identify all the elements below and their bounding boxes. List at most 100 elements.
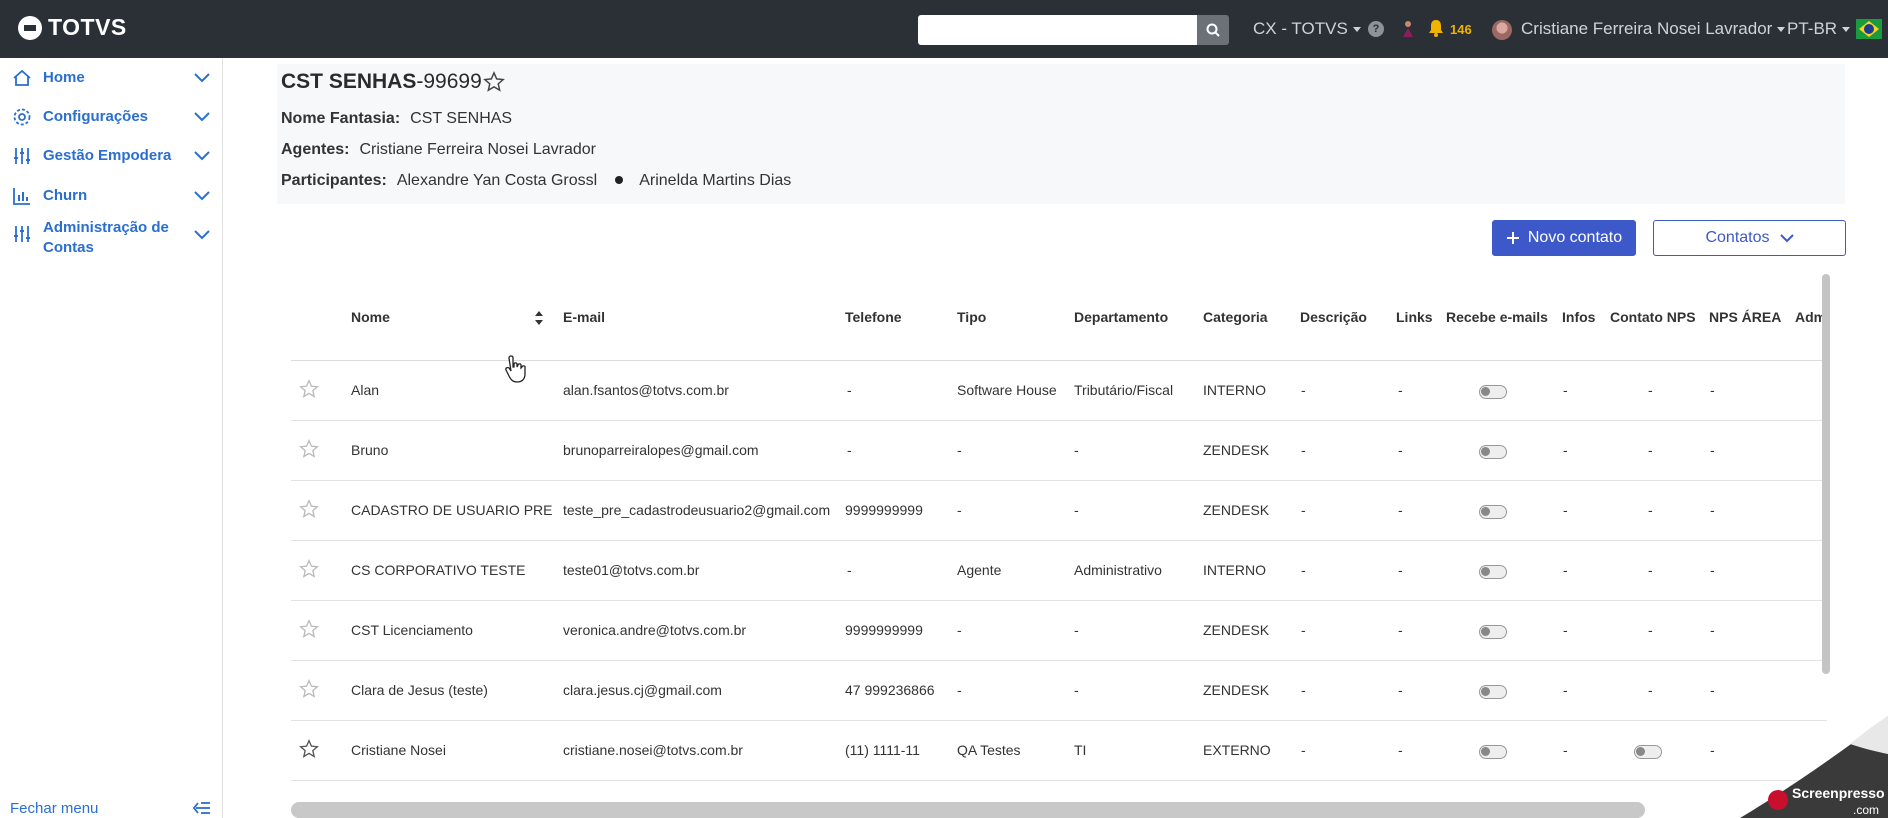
cell-links: -	[1398, 502, 1403, 518]
contacts-dropdown-button[interactable]: Contatos	[1653, 220, 1846, 256]
table-row[interactable]: CADASTRO DE USUARIO PRE teste_pre_cadast…	[291, 481, 1827, 541]
user-name: Cristiane Ferreira Nosei Lavrador	[1521, 19, 1773, 38]
table-row[interactable]: CST Licenciamento veronica.andre@totvs.c…	[291, 601, 1827, 661]
chevron-down-icon	[194, 73, 210, 83]
brazil-flag-icon[interactable]	[1856, 19, 1882, 39]
cell-contato-nps: -	[1648, 622, 1653, 638]
sidebar-item-configuracoes[interactable]: Configurações	[0, 107, 223, 127]
horizontal-scrollbar[interactable]	[291, 802, 1645, 818]
top-navbar: TOTVS CX - TOTVS ? 146 Cristiane Ferreir…	[0, 0, 1888, 58]
cell-nps-area: -	[1710, 442, 1715, 458]
column-header-categoria[interactable]: Categoria	[1203, 309, 1268, 325]
sidebar-item-administracao-contas[interactable]: Administração de Contas	[0, 219, 223, 256]
cell-email: clara.jesus.cj@gmail.com	[563, 682, 722, 698]
caret-down-icon	[1777, 27, 1786, 33]
cell-nps-area: -	[1710, 562, 1715, 578]
totvs-logo-icon	[18, 15, 42, 40]
receive-emails-toggle[interactable]	[1479, 625, 1507, 639]
new-contact-label: Novo contato	[1527, 229, 1623, 246]
cell-links: -	[1398, 742, 1403, 758]
totvs-logo[interactable]: TOTVS	[18, 14, 127, 41]
user-menu[interactable]: Cristiane Ferreira Nosei Lavrador	[1521, 19, 1786, 39]
table-row[interactable]: Bruno brunoparreiralopes@gmail.com - - -…	[291, 421, 1827, 481]
cell-departamento: TI	[1074, 742, 1087, 758]
star-icon[interactable]	[299, 379, 319, 399]
column-header-contato-nps[interactable]: Contato NPS	[1610, 309, 1696, 325]
sidebar-item-home[interactable]: Home	[0, 68, 223, 88]
vertical-scrollbar[interactable]	[1822, 274, 1830, 674]
cell-links: -	[1398, 622, 1403, 638]
cell-departamento: Administrativo	[1074, 562, 1162, 578]
search-input[interactable]	[918, 15, 1198, 45]
receive-emails-toggle[interactable]	[1479, 745, 1507, 759]
cell-infos: -	[1563, 382, 1568, 398]
search-button[interactable]	[1197, 15, 1229, 45]
receive-emails-toggle[interactable]	[1479, 445, 1507, 459]
column-header-tipo[interactable]: Tipo	[957, 309, 986, 325]
receive-emails-toggle[interactable]	[1479, 385, 1507, 399]
chevron-down-icon	[194, 230, 210, 240]
table-row[interactable]: Clara de Jesus (teste) clara.jesus.cj@gm…	[291, 661, 1827, 721]
cell-email: brunoparreiralopes@gmail.com	[563, 442, 759, 458]
column-header-nome[interactable]: Nome	[351, 309, 390, 325]
contacts-label: Contatos	[1705, 229, 1770, 246]
cell-nome: CADASTRO DE USUARIO PRE	[351, 502, 553, 518]
sidebar-item-gestao-empodera[interactable]: Gestão Empodera	[0, 146, 223, 166]
user-avatar[interactable]	[1492, 20, 1512, 40]
separator-dot	[615, 175, 624, 184]
column-header-links[interactable]: Links	[1396, 309, 1433, 325]
close-menu-link[interactable]: Fechar menu	[10, 800, 98, 817]
column-header-recebe-emails[interactable]: Recebe e-mails	[1446, 309, 1548, 325]
cell-email: veronica.andre@totvs.com.br	[563, 622, 747, 638]
column-header-nps-area[interactable]: NPS ÁREA	[1709, 309, 1781, 325]
column-header-telefone[interactable]: Telefone	[845, 309, 902, 325]
table-row[interactable]: Cristiane Nosei cristiane.nosei@totvs.co…	[291, 721, 1827, 781]
nome-fantasia-label: Nome Fantasia:	[281, 110, 401, 127]
star-icon[interactable]	[299, 619, 319, 639]
cell-email: cristiane.nosei@totvs.com.br	[563, 742, 743, 758]
receive-emails-toggle[interactable]	[1479, 685, 1507, 699]
cell-links: -	[1398, 382, 1403, 398]
cell-links: -	[1398, 562, 1403, 578]
star-icon[interactable]	[299, 739, 319, 759]
hand-cursor-icon	[505, 355, 526, 383]
chevron-down-icon	[1779, 233, 1794, 242]
help-icon[interactable]: ?	[1368, 21, 1384, 37]
cell-descricao: -	[1301, 622, 1306, 638]
receive-emails-toggle[interactable]	[1479, 565, 1507, 579]
caret-down-icon	[1842, 27, 1851, 33]
star-icon[interactable]	[299, 499, 319, 519]
cell-infos: -	[1563, 442, 1568, 458]
language-dropdown[interactable]: PT-BR	[1787, 19, 1851, 39]
cell-descricao: -	[1301, 382, 1306, 398]
cell-categoria: ZENDESK	[1203, 682, 1270, 698]
column-header-departamento[interactable]: Departamento	[1074, 309, 1168, 325]
table-row[interactable]: CS CORPORATIVO TESTE teste01@totvs.com.b…	[291, 541, 1827, 601]
column-header-email[interactable]: E-mail	[563, 309, 605, 325]
receive-emails-toggle[interactable]	[1479, 505, 1507, 519]
bell-icon[interactable]	[1428, 19, 1444, 37]
nps-contact-toggle[interactable]	[1634, 745, 1662, 759]
favorite-star-icon[interactable]	[483, 71, 505, 93]
column-header-infos[interactable]: Infos	[1562, 309, 1595, 325]
cell-nome: CST Licenciamento	[351, 622, 473, 638]
character-icon[interactable]	[1400, 19, 1416, 39]
cell-email: teste01@totvs.com.br	[563, 562, 700, 578]
star-icon[interactable]	[299, 439, 319, 459]
sidebar-item-churn[interactable]: Churn	[0, 186, 223, 206]
sidebar-item-label: Administração de Contas	[43, 219, 169, 256]
collapse-menu-icon[interactable]	[193, 801, 211, 815]
cell-telefone: 9999999999	[845, 622, 923, 638]
star-icon[interactable]	[299, 559, 319, 579]
org-dropdown[interactable]: CX - TOTVS	[1253, 19, 1361, 39]
plus-icon	[1506, 232, 1519, 244]
cell-nps-area: -	[1710, 502, 1715, 518]
new-contact-button[interactable]: Novo contato	[1492, 220, 1636, 256]
star-icon[interactable]	[299, 679, 319, 699]
sidebar-item-label: Home	[43, 69, 85, 86]
cell-links: -	[1398, 682, 1403, 698]
sort-icon[interactable]	[535, 311, 543, 325]
column-header-descricao[interactable]: Descrição	[1300, 309, 1367, 325]
cell-tipo: -	[957, 682, 962, 698]
chevron-down-icon	[194, 191, 210, 201]
